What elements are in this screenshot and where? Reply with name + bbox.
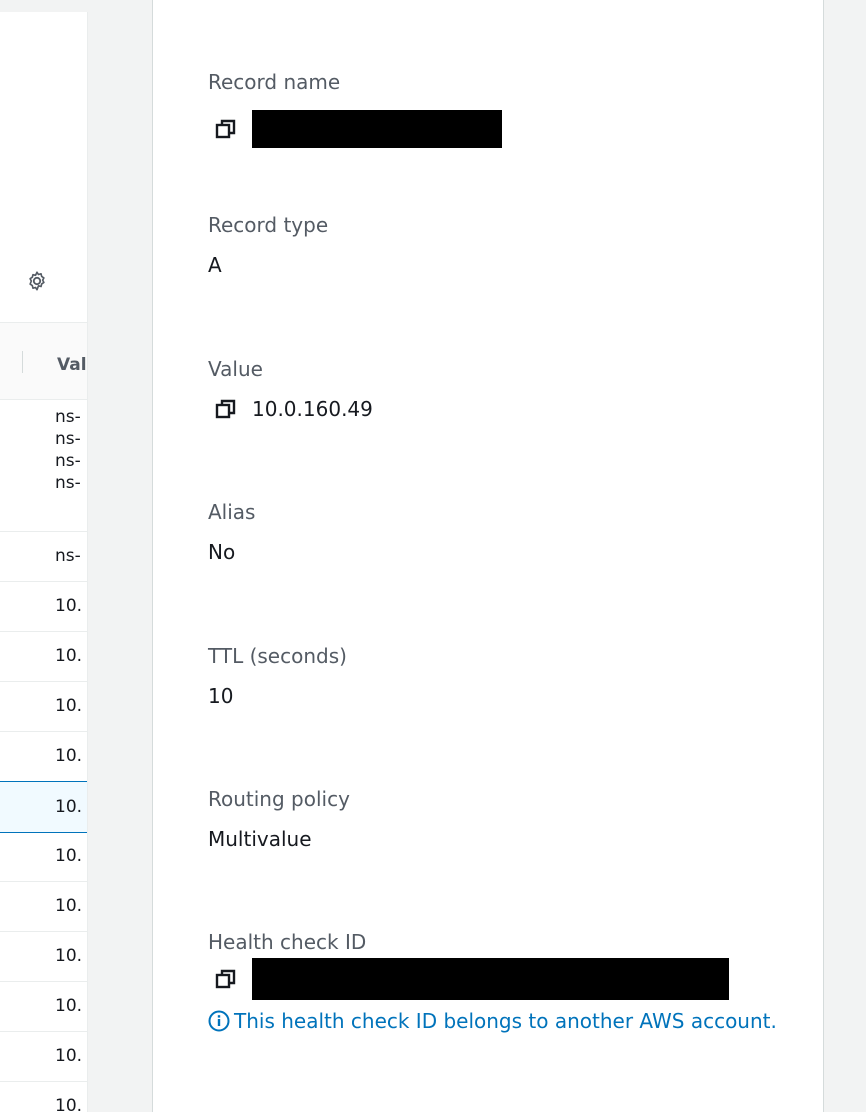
- value-cell-line: 10.: [55, 1096, 83, 1112]
- table-row[interactable]: 10.: [0, 831, 87, 882]
- value-cell: ns-ns-ns-ns-: [55, 406, 81, 494]
- record-name-label: Record name: [208, 70, 341, 94]
- health-check-id-label: Health check ID: [208, 930, 367, 954]
- settings-gear-icon[interactable]: [26, 270, 48, 292]
- column-header-value[interactable]: Val: [57, 355, 87, 375]
- value-cell-line: 10.: [55, 846, 83, 866]
- health-check-info-text: This health check ID belongs to another …: [234, 1009, 777, 1033]
- value-cell-line: 10.: [55, 646, 83, 666]
- value-cell: 10.: [55, 945, 82, 967]
- value-cell-line: 10.: [55, 696, 83, 716]
- record-type-value: A: [208, 253, 222, 277]
- ttl-label: TTL (seconds): [208, 644, 347, 668]
- health-check-id-value-row: [208, 958, 729, 1000]
- record-details-panel: Record name Record type A Value 10.0.160…: [152, 0, 824, 1112]
- redacted-record-name: [252, 110, 502, 148]
- value-cell-line: 10.: [55, 797, 83, 817]
- value-cell-line: ns-: [55, 407, 81, 427]
- redacted-health-check-id: [252, 958, 729, 1000]
- value-cell: 10.: [55, 845, 82, 867]
- value-text: 10.0.160.49: [252, 397, 373, 421]
- value-cell: 10.: [55, 695, 82, 717]
- value-field: Value 10.0.160.49: [208, 357, 373, 421]
- table-row[interactable]: 10.: [0, 1081, 87, 1112]
- record-type-field: Record type A: [208, 213, 328, 277]
- value-cell-line: 10.: [55, 596, 83, 616]
- value-cell-line: 10.: [55, 896, 83, 916]
- table-row[interactable]: 10.: [0, 1031, 87, 1082]
- value-value-row: 10.0.160.49: [208, 397, 373, 421]
- table-row[interactable]: 10.: [0, 681, 87, 732]
- health-check-info-note: This health check ID belongs to another …: [208, 1004, 788, 1039]
- table-row[interactable]: 10.: [0, 581, 87, 632]
- value-cell: 10.: [55, 1045, 82, 1067]
- table-row[interactable]: ns-ns-ns-ns-: [0, 386, 87, 532]
- value-cell-line: ns-: [55, 451, 81, 471]
- value-cell: 10.: [55, 895, 82, 917]
- table-row[interactable]: 10.: [0, 981, 87, 1032]
- info-icon: [208, 1010, 230, 1032]
- ttl-field: TTL (seconds) 10: [208, 644, 347, 708]
- alias-label: Alias: [208, 500, 256, 524]
- routing-policy-value: Multivalue: [208, 827, 312, 851]
- value-cell-line: 10.: [55, 996, 83, 1016]
- routing-policy-label: Routing policy: [208, 787, 350, 811]
- value-cell-line: 10.: [55, 1046, 83, 1066]
- value-cell: 10.: [55, 796, 82, 818]
- copy-icon[interactable]: [214, 117, 238, 141]
- record-name-field: Record name: [208, 70, 502, 148]
- records-table: Val ns-ns-ns-ns-ns- 10. 10. 10. 10. 10. 10. 10.…: [0, 12, 88, 1112]
- copy-icon[interactable]: [214, 967, 238, 991]
- health-check-id-field: Health check ID: [208, 930, 729, 1000]
- table-row[interactable]: 10.: [0, 631, 87, 682]
- value-cell: 10.: [55, 745, 82, 767]
- alias-value: No: [208, 540, 236, 564]
- table-row[interactable]: 10.: [0, 731, 87, 782]
- value-cell: 10.: [55, 645, 82, 667]
- alias-field: Alias No: [208, 500, 255, 564]
- value-label: Value: [208, 357, 263, 381]
- table-row[interactable]: 10.: [0, 781, 87, 833]
- value-cell: 10.: [55, 1095, 82, 1112]
- table-row[interactable]: ns-: [0, 531, 87, 582]
- record-type-label: Record type: [208, 213, 329, 237]
- value-cell: ns-: [55, 545, 81, 567]
- routing-policy-field: Routing policy Multivalue: [208, 787, 350, 851]
- value-cell-line: ns-: [55, 473, 81, 493]
- value-cell-line: 10.: [55, 946, 83, 966]
- value-cell-line: 10.: [55, 746, 83, 766]
- copy-icon[interactable]: [214, 397, 238, 421]
- ttl-value: 10: [208, 684, 234, 708]
- value-cell: 10.: [55, 595, 82, 617]
- table-row[interactable]: 10.: [0, 931, 87, 982]
- column-divider[interactable]: [22, 351, 23, 373]
- value-cell-line: ns-: [55, 546, 81, 566]
- value-cell: 10.: [55, 995, 82, 1017]
- value-cell-line: ns-: [55, 429, 81, 449]
- table-row[interactable]: 10.: [0, 881, 87, 932]
- record-name-value-row: [208, 110, 502, 148]
